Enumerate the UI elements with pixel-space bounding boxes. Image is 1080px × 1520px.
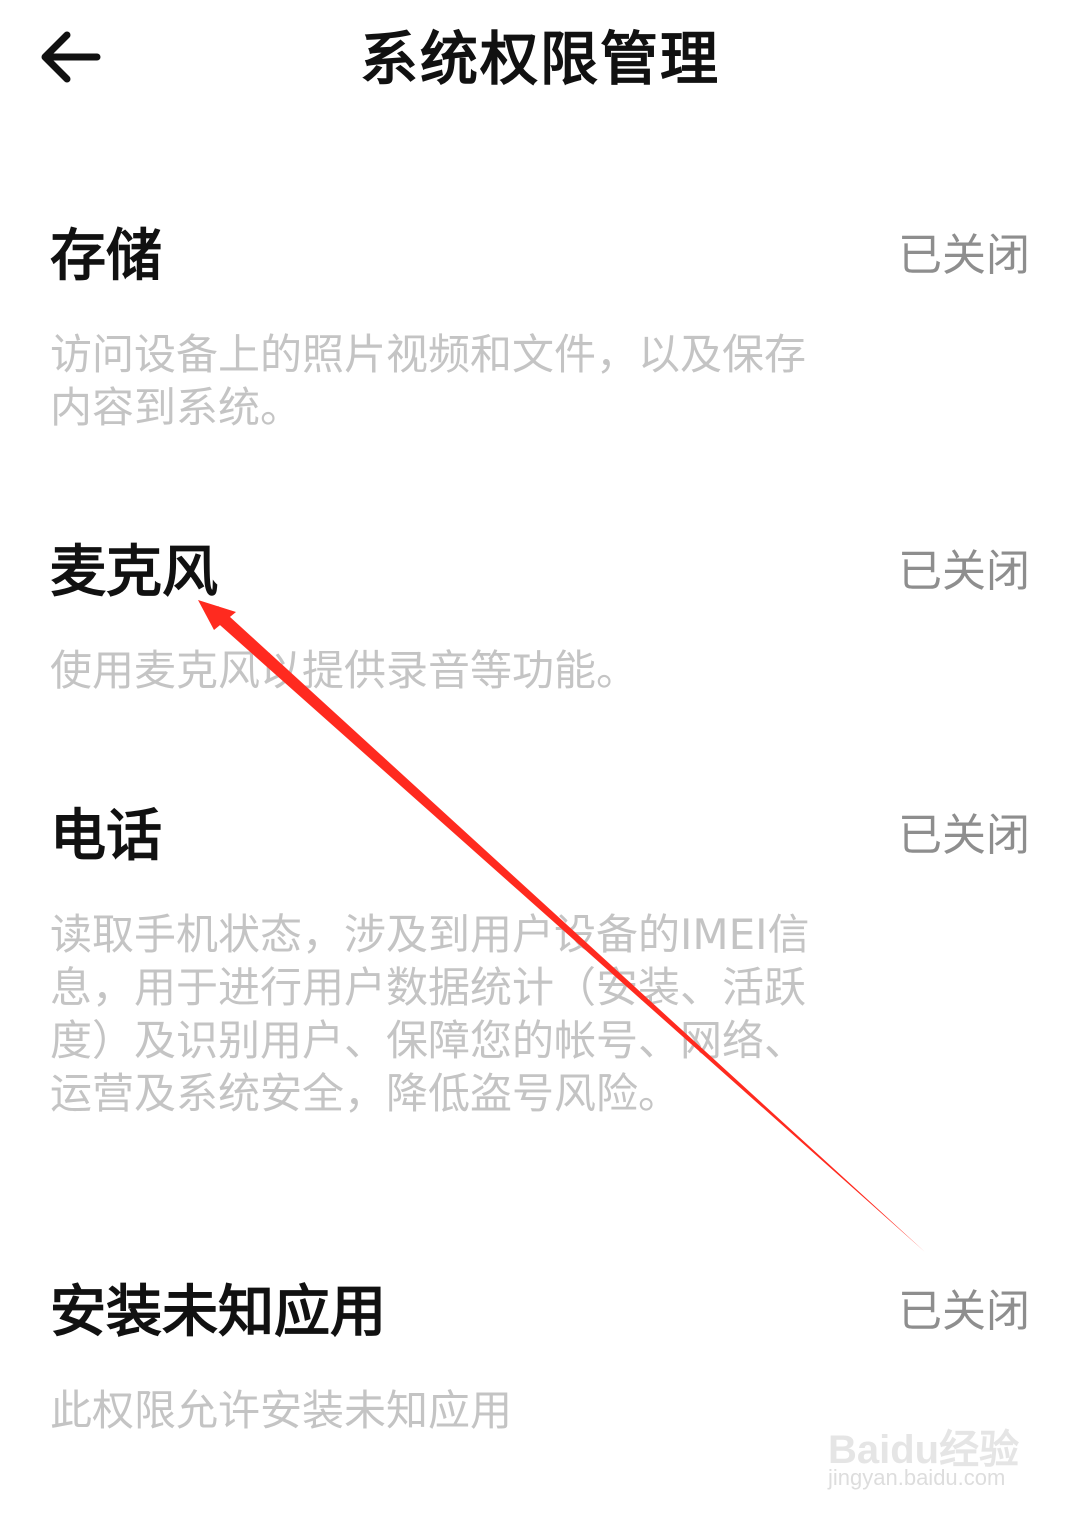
permission-item-microphone[interactable]: 麦克风 已关闭 使用麦克风以提供录音等功能。 (0, 538, 1080, 708)
permission-status: 已关闭 (898, 810, 1030, 861)
permission-name: 存储 (50, 224, 162, 289)
header-bar: 系统权限管理 (0, 0, 1080, 120)
permission-description: 访问设备上的照片视频和文件，以及保存内容到系统。 (50, 330, 807, 432)
permission-item-storage[interactable]: 存储 已关闭 访问设备上的照片视频和文件，以及保存内容到系统。 (0, 222, 1080, 442)
permission-name: 电话 (50, 804, 162, 869)
permission-name: 安装未知应用 (50, 1280, 386, 1345)
permission-item-phone[interactable]: 电话 已关闭 读取手机状态，涉及到用户设备的IMEI信息，用于进行用户数据统计（… (0, 802, 1080, 1182)
permission-status: 已关闭 (898, 546, 1030, 597)
permission-description: 使用麦克风以提供录音等功能。 (50, 646, 639, 695)
permission-name: 麦克风 (50, 540, 218, 605)
permission-item-install-unknown-apps[interactable]: 安装未知应用 已关闭 此权限允许安装未知应用 (0, 1278, 1080, 1448)
permission-status: 已关闭 (898, 230, 1030, 281)
permission-description: 此权限允许安装未知应用 (50, 1386, 513, 1435)
permission-status: 已关闭 (898, 1286, 1030, 1337)
watermark-url: jingyan.baidu.com (828, 1465, 1006, 1490)
permission-description: 读取手机状态，涉及到用户设备的IMEI信息，用于进行用户数据统计（安装、活跃度）… (50, 910, 810, 1118)
page-title: 系统权限管理 (359, 25, 720, 93)
